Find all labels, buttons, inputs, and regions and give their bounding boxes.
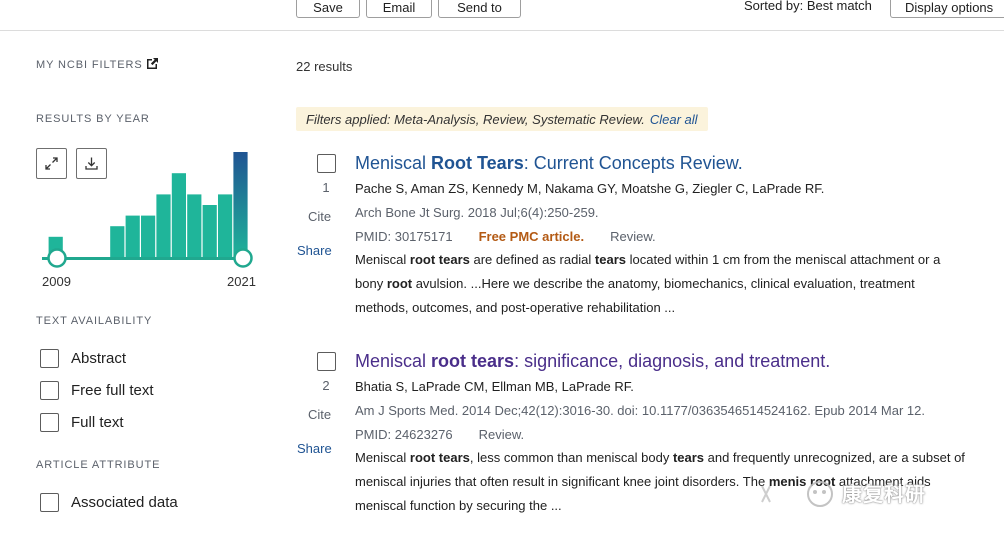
highlight-term: tears: [594, 252, 626, 267]
snippet-text: located within 1 cm from the meniscal at…: [626, 252, 941, 267]
year-bar-2020[interactable]: [218, 194, 233, 258]
checkbox[interactable]: [40, 493, 59, 512]
title-highlight: root tears: [431, 351, 515, 371]
snippet-text: bony: [355, 276, 387, 291]
snippet-text: and frequently unrecognized, are a subse…: [704, 450, 965, 465]
publication-type: Review.: [610, 229, 656, 244]
watermark-text: 康复科研: [842, 483, 926, 506]
year-bar-2021[interactable]: [233, 152, 248, 258]
highlight-term: tears: [672, 450, 705, 465]
filter-free-full-text[interactable]: Free full text: [40, 381, 154, 400]
result-number: 2: [322, 378, 330, 393]
share-button[interactable]: Share: [297, 441, 332, 456]
cite-button[interactable]: Cite: [308, 407, 331, 422]
text-availability-heading: TEXT AVAILABILITY: [36, 315, 153, 327]
result-meta: PMID: 30175171 Free PMC article. Review.: [355, 229, 656, 244]
filter-label: Full text: [71, 414, 124, 431]
title-text: : Current Concepts Review.: [523, 153, 743, 173]
snippet-text: , less common than meniscal body: [469, 450, 673, 465]
snippet-text: avulsion. ...Here we describe the anatom…: [412, 276, 915, 291]
my-ncbi-filters-link[interactable]: MY NCBI FILTERS: [36, 59, 143, 71]
checkbox[interactable]: [40, 381, 59, 400]
title-highlight: Root Tears: [431, 153, 524, 173]
clear-all-link[interactable]: Clear all: [650, 112, 698, 127]
checkbox[interactable]: [40, 413, 59, 432]
checkbox[interactable]: [40, 349, 59, 368]
snippet-text: meniscal injuries that often result in s…: [355, 474, 769, 489]
result-checkbox[interactable]: [317, 352, 336, 371]
year-bar-2014[interactable]: [125, 215, 140, 258]
title-text: Meniscal: [355, 153, 432, 173]
sort-selector[interactable]: Sorted by: Best match: [744, 0, 872, 13]
watermark: 康复科研: [758, 472, 926, 512]
results-by-year-heading: RESULTS BY YEAR: [36, 113, 150, 125]
year-bar-2017[interactable]: [171, 173, 186, 258]
result-title-link[interactable]: Meniscal Root Tears: Current Concepts Re…: [355, 153, 743, 174]
share-button[interactable]: Share: [297, 243, 332, 258]
result-number: 1: [322, 180, 330, 195]
year-start-handle[interactable]: [47, 248, 67, 268]
cite-button[interactable]: Cite: [308, 209, 331, 224]
snippet-line: Meniscal root tears, less common than me…: [355, 446, 965, 470]
highlight-term: root tears: [409, 450, 470, 465]
email-button[interactable]: Email: [366, 0, 432, 18]
highlight-term: root tears: [409, 252, 470, 267]
year-end-handle[interactable]: [233, 248, 253, 268]
result-snippet: Meniscal root tears are defined as radia…: [355, 248, 940, 320]
results-toolbar: Save Email Send to Sorted by: Best match…: [0, 0, 1004, 31]
filter-label: Associated data: [71, 494, 178, 511]
send-to-button[interactable]: Send to: [438, 0, 521, 18]
title-text: Meniscal: [355, 351, 432, 371]
filters-applied-text: Filters applied: Meta-Analysis, Review, …: [306, 111, 645, 127]
filter-label: Free full text: [71, 382, 154, 399]
result-checkbox[interactable]: [317, 154, 336, 173]
result-citation: Arch Bone Jt Surg. 2018 Jul;6(4):250-259…: [355, 205, 599, 220]
results-count: 22 results: [296, 59, 353, 74]
display-options-button[interactable]: Display options: [890, 0, 1004, 18]
year-bar-2015[interactable]: [141, 215, 156, 258]
article-attribute-heading: ARTICLE ATTRIBUTE: [36, 459, 161, 471]
snippet-line: methods, outcomes, and post-operative re…: [355, 300, 676, 315]
snippet-line: Meniscal root tears are defined as radia…: [355, 248, 940, 272]
snippet-line: bony root avulsion. ...Here we describe …: [355, 272, 940, 296]
year-start-label: 2009: [42, 274, 71, 289]
year-bar-2018[interactable]: [187, 194, 202, 258]
year-bar-2019[interactable]: [202, 205, 217, 258]
publication-type: Review.: [478, 427, 525, 442]
external-link-icon[interactable]: [146, 57, 159, 70]
result-pmid: PMID: 24623276: [355, 427, 453, 442]
filters-applied-banner: Filters applied: Meta-Analysis, Review, …: [296, 107, 708, 131]
results-by-year-chart[interactable]: 2009 2021: [36, 146, 268, 292]
filter-associated-data[interactable]: Associated data: [40, 493, 178, 512]
filter-full-text[interactable]: Full text: [40, 413, 124, 432]
save-button[interactable]: Save: [296, 0, 360, 18]
snippet-text: are defined as radial: [469, 252, 595, 267]
year-bar-2016[interactable]: [156, 194, 171, 258]
highlight-term: root: [386, 276, 413, 291]
snippet-text: Meniscal: [355, 450, 410, 465]
result-pmid: PMID: 30175171: [355, 229, 453, 244]
result-authors: Pache S, Aman ZS, Kennedy M, Nakama GY, …: [355, 181, 825, 196]
year-end-label: 2021: [227, 274, 256, 289]
result-authors: Bhatia S, LaPrade CM, Ellman MB, LaPrade…: [355, 379, 634, 394]
free-pmc-badge: Free PMC article.: [478, 229, 585, 244]
snippet-text: Meniscal: [355, 252, 410, 267]
result-citation: Am J Sports Med. 2014 Dec;42(12):3016-30…: [355, 403, 925, 418]
watermark-logo-icon: [761, 481, 833, 507]
filter-label: Abstract: [71, 350, 127, 367]
year-bar-2013[interactable]: [110, 226, 125, 258]
result-title-link[interactable]: Meniscal root tears: significance, diagn…: [355, 351, 830, 372]
filter-abstract[interactable]: Abstract: [40, 349, 126, 368]
result-meta: PMID: 24623276 Review.: [355, 427, 524, 442]
title-text: : significance, diagnosis, and treatment…: [514, 351, 831, 371]
